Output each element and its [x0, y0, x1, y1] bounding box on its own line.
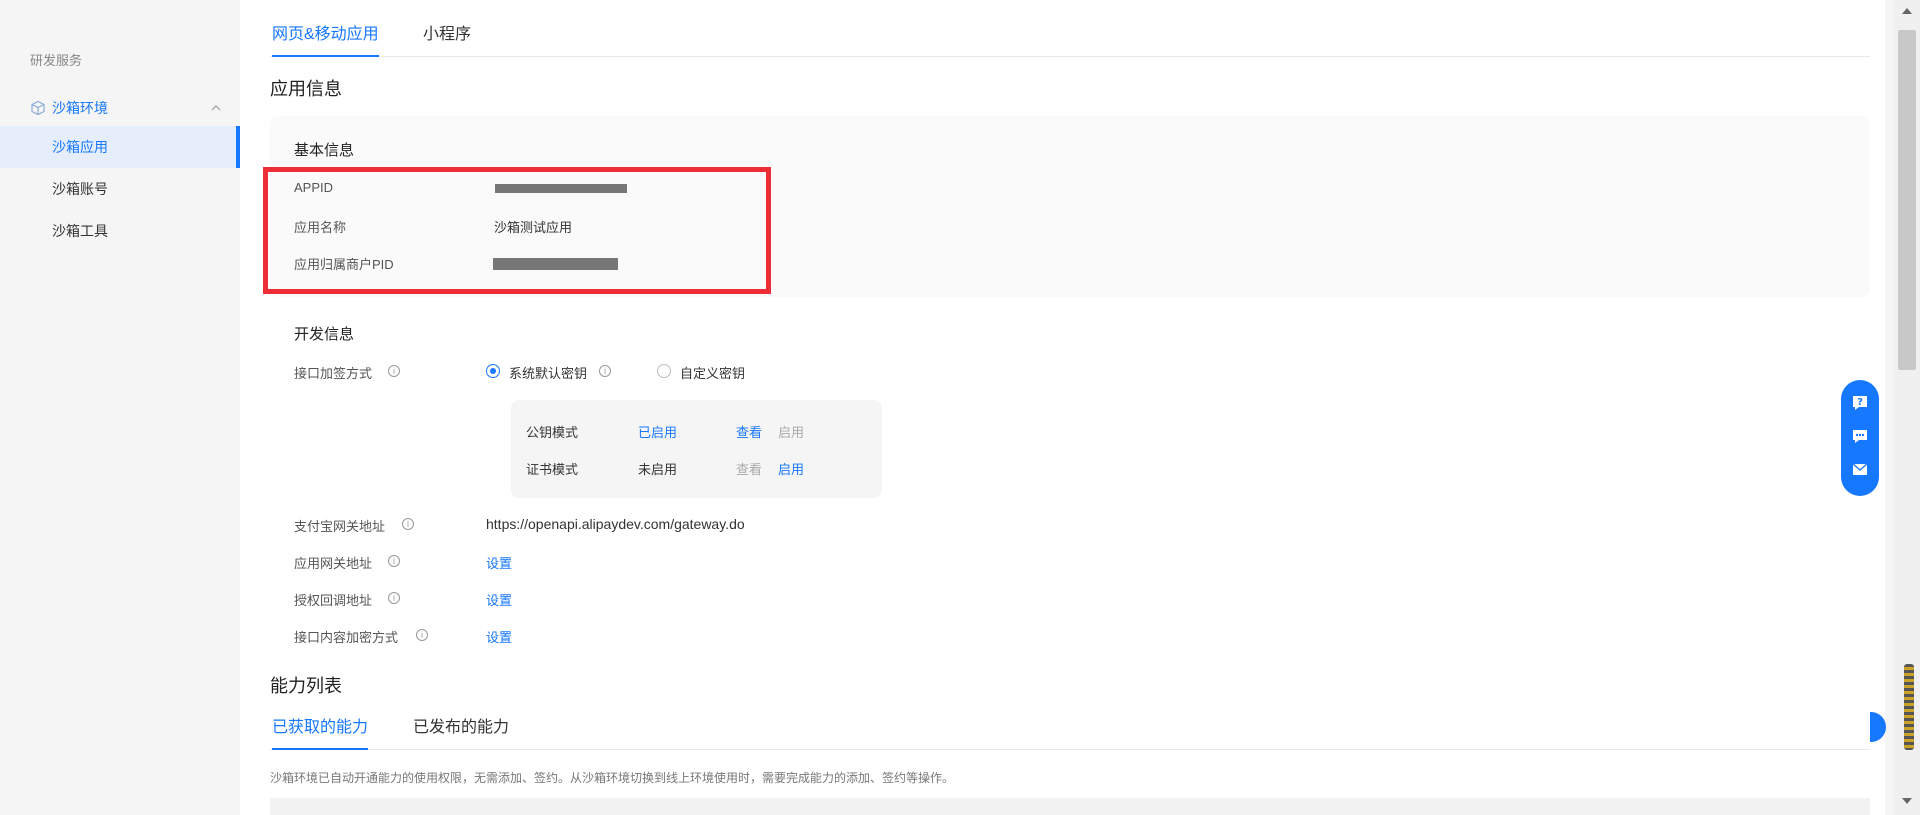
key-mode-box — [511, 400, 882, 498]
scroll-grip-handle[interactable] — [1904, 664, 1914, 750]
radio-default-key-label[interactable]: 系统默认密钥 — [509, 363, 587, 382]
gateway-label: 支付宝网关地址 — [294, 519, 386, 534]
scrollbar-thumb[interactable] — [1898, 30, 1916, 370]
help-icon[interactable]: ? — [1851, 394, 1869, 412]
sign-method-label: 接口加签方式 — [294, 366, 373, 381]
sidebar-item-sandbox-env[interactable]: 沙箱环境 — [0, 93, 240, 123]
main-panel: 网页&移动应用 小程序 应用信息 基本信息 APPID 应用名称 沙箱测试应用 … — [240, 0, 1885, 815]
app-gateway-set-link[interactable]: 设置 — [486, 553, 512, 572]
info-icon[interactable]: i — [416, 629, 428, 641]
sidebar-item-label: 沙箱账号 — [52, 181, 108, 197]
public-key-mode-label: 公钥模式 — [526, 425, 579, 440]
sidebar-item-sandbox-account[interactable]: 沙箱账号 — [0, 168, 240, 210]
tab-acquired-capability[interactable]: 已获取的能力 — [272, 713, 369, 750]
encrypt-set-link[interactable]: 设置 — [486, 627, 512, 646]
info-icon[interactable]: i — [388, 365, 400, 377]
capability-description: 沙箱环境已自动开通能力的使用权限，无需添加、签约。从沙箱环境切换到线上环境使用时… — [270, 771, 955, 785]
section-title-capability: 能力列表 — [270, 676, 342, 696]
capability-table-header — [270, 798, 1870, 815]
scroll-down-arrow-icon[interactable] — [1902, 798, 1912, 804]
callback-set-link[interactable]: 设置 — [486, 590, 512, 609]
app-gateway-label: 应用网关地址 — [294, 556, 373, 571]
tab-web-mobile[interactable]: 网页&移动应用 — [272, 20, 379, 57]
info-icon[interactable]: i — [402, 518, 414, 530]
callback-label: 授权回调地址 — [294, 593, 373, 608]
sidebar-item-label: 沙箱环境 — [52, 100, 108, 116]
public-key-mode-status: 已启用 — [638, 425, 678, 440]
cert-mode-status: 未启用 — [638, 462, 678, 477]
sidebar-item-sandbox-tools[interactable]: 沙箱工具 — [0, 210, 240, 252]
sidebar-item-label: 沙箱应用 — [52, 139, 108, 155]
chat-icon[interactable] — [1851, 427, 1869, 445]
encrypt-label: 接口内容加密方式 — [294, 630, 399, 645]
dev-info-title: 开发信息 — [294, 326, 355, 343]
radio-custom-key[interactable] — [657, 364, 671, 378]
radio-default-key[interactable] — [486, 364, 500, 378]
public-key-view-link[interactable]: 查看 — [736, 422, 762, 441]
info-icon[interactable]: i — [599, 365, 611, 377]
float-help-widget: ? — [1841, 380, 1879, 496]
scroll-up-arrow-icon[interactable] — [1902, 8, 1912, 14]
top-tabs: 网页&移动应用 小程序 — [270, 0, 1870, 57]
section-title-app-info: 应用信息 — [270, 79, 342, 99]
cert-enable-link[interactable]: 启用 — [778, 459, 804, 478]
info-icon[interactable]: i — [388, 555, 400, 567]
chevron-up-icon — [211, 105, 221, 111]
cert-mode-label: 证书模式 — [526, 462, 579, 477]
sidebar-item-label: 沙箱工具 — [52, 223, 108, 239]
sidebar-item-sandbox-app[interactable]: 沙箱应用 — [0, 126, 240, 168]
radio-custom-key-label[interactable]: 自定义密钥 — [680, 363, 745, 382]
info-icon[interactable]: i — [388, 592, 400, 604]
basic-info-title: 基本信息 — [294, 142, 355, 159]
sidebar: 研发服务 沙箱环境 沙箱应用 沙箱账号 沙箱工具 — [0, 7, 240, 815]
svg-text:?: ? — [1857, 397, 1863, 408]
tab-published-capability[interactable]: 已发布的能力 — [413, 713, 509, 750]
mail-icon[interactable] — [1851, 460, 1869, 478]
public-key-enable-disabled: 启用 — [778, 425, 805, 440]
capability-tabs: 已获取的能力 已发布的能力 — [270, 700, 1870, 750]
scrollbar[interactable] — [1894, 0, 1920, 815]
sidebar-group-title: 研发服务 — [30, 53, 83, 68]
cube-icon — [31, 100, 45, 116]
gateway-url: https://openapi.alipaydev.com/gateway.do — [486, 516, 745, 532]
cert-view-disabled: 查看 — [736, 462, 763, 477]
highlight-annotation-box — [263, 167, 771, 294]
tab-mini-program[interactable]: 小程序 — [423, 20, 471, 57]
